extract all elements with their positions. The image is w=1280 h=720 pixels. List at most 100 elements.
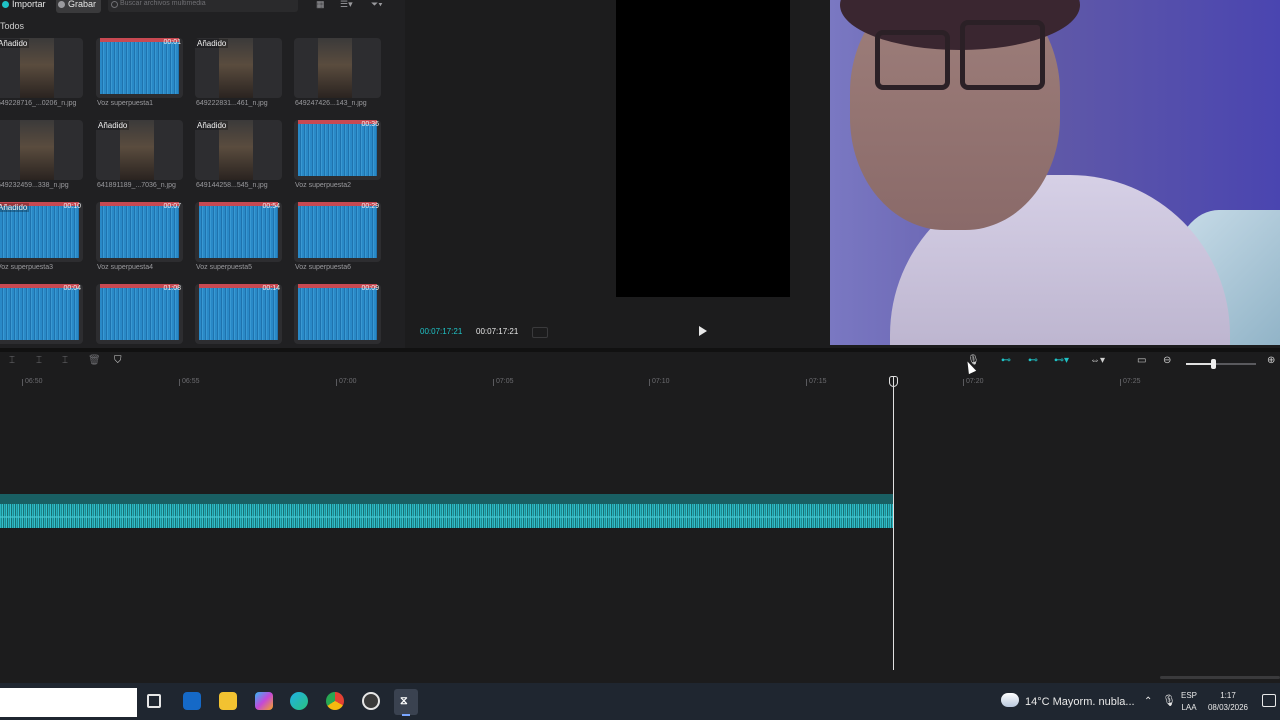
split-right-icon[interactable]: ⌶ [62, 355, 68, 366]
waveform-thumbnail [298, 120, 377, 176]
capcut-icon[interactable]: ⧖ [394, 689, 418, 716]
tray-microphone-icon[interactable]: 🎙 [1162, 694, 1176, 707]
zoom-slider-handle[interactable] [1211, 359, 1216, 369]
import-label: Importar [12, 0, 46, 9]
waveform-thumbnail [199, 202, 278, 258]
thumbnail-image [318, 38, 352, 98]
magnet-icon[interactable]: ⊷ [1028, 355, 1038, 366]
media-item[interactable] [294, 38, 381, 98]
playhead[interactable] [893, 376, 894, 670]
duration-badge: 00:04 [63, 285, 81, 292]
duration-badge: 00:01 [163, 39, 181, 46]
media-item[interactable]: Añadido [195, 120, 282, 180]
ruler-tick: 06:50 [22, 378, 43, 386]
glasses-left [875, 30, 950, 90]
clock-time: 1:17 [1220, 691, 1236, 700]
playhead-handle[interactable] [889, 376, 898, 387]
lang-line2: LAA [1181, 703, 1197, 712]
taskbar-search[interactable] [0, 688, 137, 717]
file-explorer-icon[interactable] [219, 692, 237, 710]
notification-icon[interactable] [1262, 694, 1276, 707]
horizontal-scrollbar[interactable] [1160, 676, 1280, 679]
glasses-right [960, 20, 1045, 90]
duration-badge: 00:14 [262, 285, 280, 292]
clock[interactable]: 1:17 08/03/2026 [1206, 690, 1250, 714]
search-input[interactable]: Buscar archivos multimedia [108, 0, 298, 12]
copilot-icon[interactable] [255, 692, 273, 710]
chrome-icon[interactable] [326, 692, 344, 710]
media-item[interactable] [0, 120, 83, 180]
media-item[interactable]: 00:09 [294, 284, 381, 344]
media-item[interactable]: Añadido [195, 38, 282, 98]
media-item[interactable]: Añadido [96, 120, 183, 180]
marker-icon[interactable]: ⛉ [114, 355, 122, 366]
snap-icon[interactable]: ⊷▾ [1054, 355, 1069, 366]
media-caption: 649222831...461_n.jpg [196, 100, 268, 107]
media-caption: Voz superpuesta6 [295, 264, 352, 271]
ruler-tick: 07:20 [963, 378, 984, 386]
weather-text[interactable]: 14°C Mayorm. nubla... [1025, 696, 1135, 708]
filter-icon[interactable]: ⏷▾ [371, 0, 383, 10]
waveform-thumbnail [298, 284, 377, 340]
ruler-tick: 07:05 [493, 378, 514, 386]
delete-icon[interactable]: 🗑 [88, 355, 101, 366]
duration-badge: 00:09 [361, 285, 379, 292]
duration-badge: 00:36 [361, 121, 379, 128]
search-placeholder: Buscar archivos multimedia [120, 0, 206, 7]
edge-icon[interactable] [290, 692, 308, 710]
media-item[interactable]: 00:29 [294, 202, 381, 262]
preview-axis-icon[interactable]: ⇔▾ [1090, 355, 1105, 366]
media-item[interactable]: 00:14 [195, 284, 282, 344]
weather-cloud-icon[interactable] [1001, 693, 1019, 707]
zoom-in-icon[interactable]: ⊕ [1267, 355, 1275, 366]
media-caption: 649144258...545_n.jpg [196, 182, 268, 189]
split-icon[interactable]: ⌶ [36, 355, 42, 366]
duration-badge: 00:10 [63, 203, 81, 210]
media-caption: 649247426...143_n.jpg [295, 100, 367, 107]
current-time: 00:07:17:21 [420, 327, 463, 336]
added-badge: Añadido [0, 39, 30, 48]
link-clips-icon[interactable]: ⊷ [1001, 355, 1011, 366]
media-caption: 649228716_...0206_n.jpg [0, 100, 77, 107]
tray-chevron-icon[interactable]: ⌃ [1144, 696, 1152, 707]
media-item[interactable]: Añadido 00:10 [0, 202, 83, 262]
clock-date: 08/03/2026 [1207, 703, 1249, 712]
duration-badge: 00:54 [262, 203, 280, 210]
select-tool-icon[interactable]: ⌶ [9, 355, 15, 366]
filter-label: Todos [0, 21, 25, 31]
input-language[interactable]: ESP LAA [1181, 690, 1197, 714]
player-canvas[interactable] [616, 0, 790, 297]
audio-clip[interactable] [0, 494, 893, 528]
added-badge: Añadido [96, 121, 130, 130]
record-button[interactable]: Grabar [56, 0, 102, 13]
fit-timeline-icon[interactable]: ▭ [1137, 355, 1146, 366]
media-item[interactable]: 00:36 [294, 120, 381, 180]
aspect-ratio-icon[interactable] [532, 327, 548, 338]
record-label: Grabar [68, 0, 97, 9]
media-item[interactable]: 00:54 [195, 202, 282, 262]
duration-badge: 00:29 [361, 203, 379, 210]
media-caption: Voz superpuesta1 [97, 100, 154, 107]
added-badge: Añadido [195, 121, 229, 130]
media-item[interactable]: 00:01 [96, 38, 183, 98]
media-panel: Importar Grabar Buscar archivos multimed… [0, 0, 405, 348]
media-caption: 641891189_...7036_n.jpg [97, 182, 176, 189]
media-caption: Voz superpuesta3 [0, 264, 54, 271]
task-view-icon[interactable] [147, 694, 161, 708]
zoom-out-icon[interactable]: ⊖ [1163, 355, 1171, 366]
search-icon [111, 1, 118, 8]
media-item[interactable]: Añadido [0, 38, 83, 98]
thumbnail-image [20, 120, 54, 180]
play-button[interactable] [699, 326, 707, 336]
media-item[interactable]: 01:08 [96, 284, 183, 344]
ruler-tick: 07:00 [336, 378, 357, 386]
sort-icon[interactable]: ☰▾ [340, 0, 353, 10]
view-grid-icon[interactable]: ▦ [316, 0, 325, 10]
timeline-track-area[interactable] [0, 390, 1280, 680]
import-button[interactable]: Importar [0, 0, 51, 13]
waveform-thumbnail [100, 202, 179, 258]
outlook-icon[interactable] [183, 692, 201, 710]
obs-icon[interactable] [362, 692, 380, 710]
media-item[interactable]: 00:07 [96, 202, 183, 262]
media-item[interactable]: 00:04 [0, 284, 83, 344]
